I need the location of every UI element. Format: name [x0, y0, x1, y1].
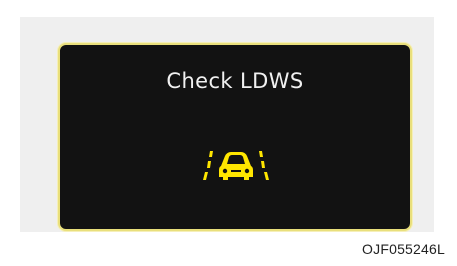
- lane-departure-warning-icon: [203, 151, 269, 180]
- warning-message: Check LDWS: [166, 69, 304, 93]
- cluster-display: Check LDWS: [58, 43, 412, 231]
- figure-code: OJF055246L: [362, 241, 445, 257]
